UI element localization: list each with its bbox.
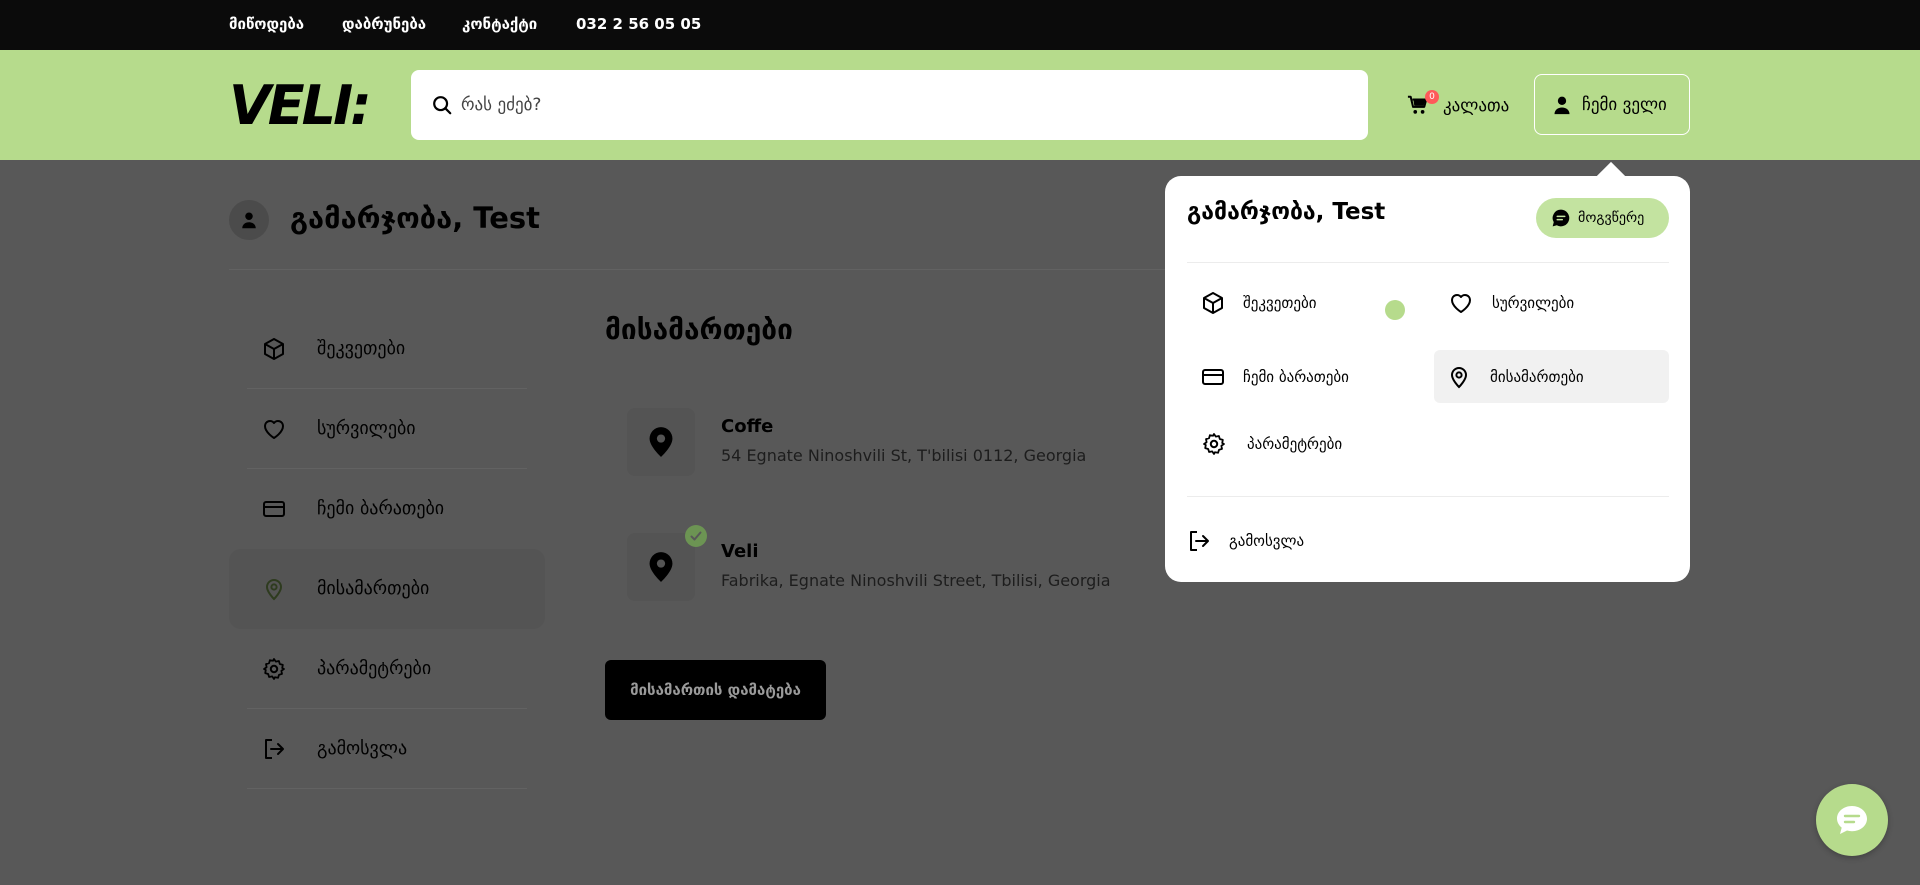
sidebar-item-label: სურვილები bbox=[317, 418, 416, 439]
live-chat-button[interactable] bbox=[1816, 784, 1888, 856]
topbar-link-contact[interactable]: კონტაქტი bbox=[462, 15, 537, 33]
map-pin-icon bbox=[265, 579, 283, 601]
my-veli-button[interactable]: ჩემი ველი bbox=[1534, 74, 1690, 135]
sidebar-item-logout[interactable]: გამოსვლა bbox=[229, 709, 545, 789]
sidebar-item-label: გამოსვლა bbox=[317, 738, 408, 759]
dropdown-item-label: სურვილები bbox=[1492, 294, 1575, 312]
logout-icon bbox=[265, 739, 284, 759]
divider bbox=[1187, 496, 1669, 497]
add-address-button[interactable]: მისამართის დამატება bbox=[605, 660, 826, 720]
sidebar-item-wishlist[interactable]: სურვილები bbox=[229, 389, 545, 469]
search-input[interactable] bbox=[461, 86, 1341, 124]
default-address-badge bbox=[685, 525, 707, 547]
credit-card-icon bbox=[1202, 369, 1224, 385]
dropdown-item-orders[interactable]: შეკვეთები bbox=[1187, 276, 1417, 329]
dropdown-item-label: გამოსვლა bbox=[1229, 532, 1305, 550]
address-name: Veli bbox=[721, 541, 759, 562]
credit-card-icon bbox=[263, 501, 285, 517]
sidebar-item-label: ჩემი ბარათები bbox=[317, 498, 445, 519]
address-line: Fabrika, Egnate Ninoshvili Street, Tbili… bbox=[721, 571, 1111, 590]
address-icon bbox=[627, 525, 707, 601]
address-line: 54 Egnate Ninoshvili St, T'bilisi 0112, … bbox=[721, 446, 1087, 465]
dropdown-item-cards[interactable]: ჩემი ბარათები bbox=[1187, 350, 1417, 403]
cart-count-badge: 0 bbox=[1425, 90, 1439, 104]
user-icon bbox=[242, 212, 256, 229]
dropdown-item-label: ჩემი ბარათები bbox=[1243, 368, 1349, 386]
check-icon bbox=[690, 531, 702, 541]
dropdown-greeting: გამარჯობა, Test bbox=[1187, 199, 1386, 225]
address-name: Coffe bbox=[721, 416, 774, 437]
chat-with-us-label: მოგვწერე bbox=[1578, 210, 1645, 226]
dropdown-item-label: შეკვეთები bbox=[1243, 294, 1317, 312]
my-veli-label: ჩემი ველი bbox=[1582, 95, 1667, 115]
logout-icon bbox=[1190, 531, 1209, 551]
account-dropdown: გამარჯობა, Test მოგვწერე შეკვეთები სურვი… bbox=[1165, 176, 1690, 582]
sidebar-item-label: პარამეტრები bbox=[317, 658, 432, 679]
new-orders-indicator bbox=[1385, 300, 1405, 320]
sidebar-item-cards[interactable]: ჩემი ბარათები bbox=[229, 469, 545, 549]
sidebar-item-label: შეკვეთები bbox=[317, 338, 406, 359]
gear-icon bbox=[263, 658, 285, 680]
top-bar: მიწოდება დაბრუნება კონტაქტი 032 2 56 05 … bbox=[0, 0, 1920, 50]
sidebar-item-settings[interactable]: პარამეტრები bbox=[229, 629, 545, 709]
avatar bbox=[229, 200, 269, 240]
section-title: მისამართები bbox=[605, 313, 793, 346]
sidebar-item-addresses[interactable]: მისამართები bbox=[229, 549, 545, 629]
package-icon bbox=[1203, 292, 1223, 314]
divider bbox=[1187, 262, 1669, 263]
page-greeting: გამარჯობა, Test bbox=[290, 201, 541, 235]
veli-logo[interactable]: VELI: bbox=[229, 80, 395, 128]
map-pin-icon bbox=[649, 552, 673, 582]
sidebar-item-orders[interactable]: შეკვეთები bbox=[229, 309, 545, 389]
package-icon bbox=[264, 338, 284, 360]
cart-label: კალათა bbox=[1443, 96, 1510, 116]
search-icon bbox=[433, 96, 452, 115]
sidebar-divider bbox=[247, 788, 527, 789]
dropdown-item-label: პარამეტრები bbox=[1247, 435, 1343, 453]
address-icon bbox=[627, 408, 695, 476]
dropdown-item-settings[interactable]: პარამეტრები bbox=[1187, 417, 1417, 470]
chat-icon bbox=[1837, 806, 1867, 834]
topbar-phone[interactable]: 032 2 56 05 05 bbox=[576, 15, 701, 33]
chat-icon bbox=[1552, 209, 1570, 227]
search-bar[interactable] bbox=[411, 70, 1368, 140]
heart-icon bbox=[264, 420, 284, 439]
topbar-link-returns[interactable]: დაბრუნება bbox=[342, 15, 426, 33]
sidebar-item-label: მისამართები bbox=[317, 578, 430, 599]
svg-text:VELI:: VELI: bbox=[229, 80, 369, 128]
heart-icon bbox=[1451, 294, 1471, 313]
dropdown-item-addresses[interactable]: მისამართები bbox=[1434, 350, 1669, 403]
dropdown-logout[interactable]: გამოსვლა bbox=[1187, 514, 1387, 567]
map-pin-icon bbox=[1450, 367, 1468, 389]
map-pin-icon bbox=[649, 427, 673, 457]
user-icon bbox=[1554, 96, 1570, 115]
chat-with-us-button[interactable]: მოგვწერე bbox=[1536, 198, 1669, 238]
gear-icon bbox=[1203, 433, 1225, 455]
dropdown-item-label: მისამართები bbox=[1490, 368, 1584, 386]
dropdown-item-wishlist[interactable]: სურვილები bbox=[1434, 276, 1669, 329]
topbar-link-delivery[interactable]: მიწოდება bbox=[229, 15, 304, 33]
